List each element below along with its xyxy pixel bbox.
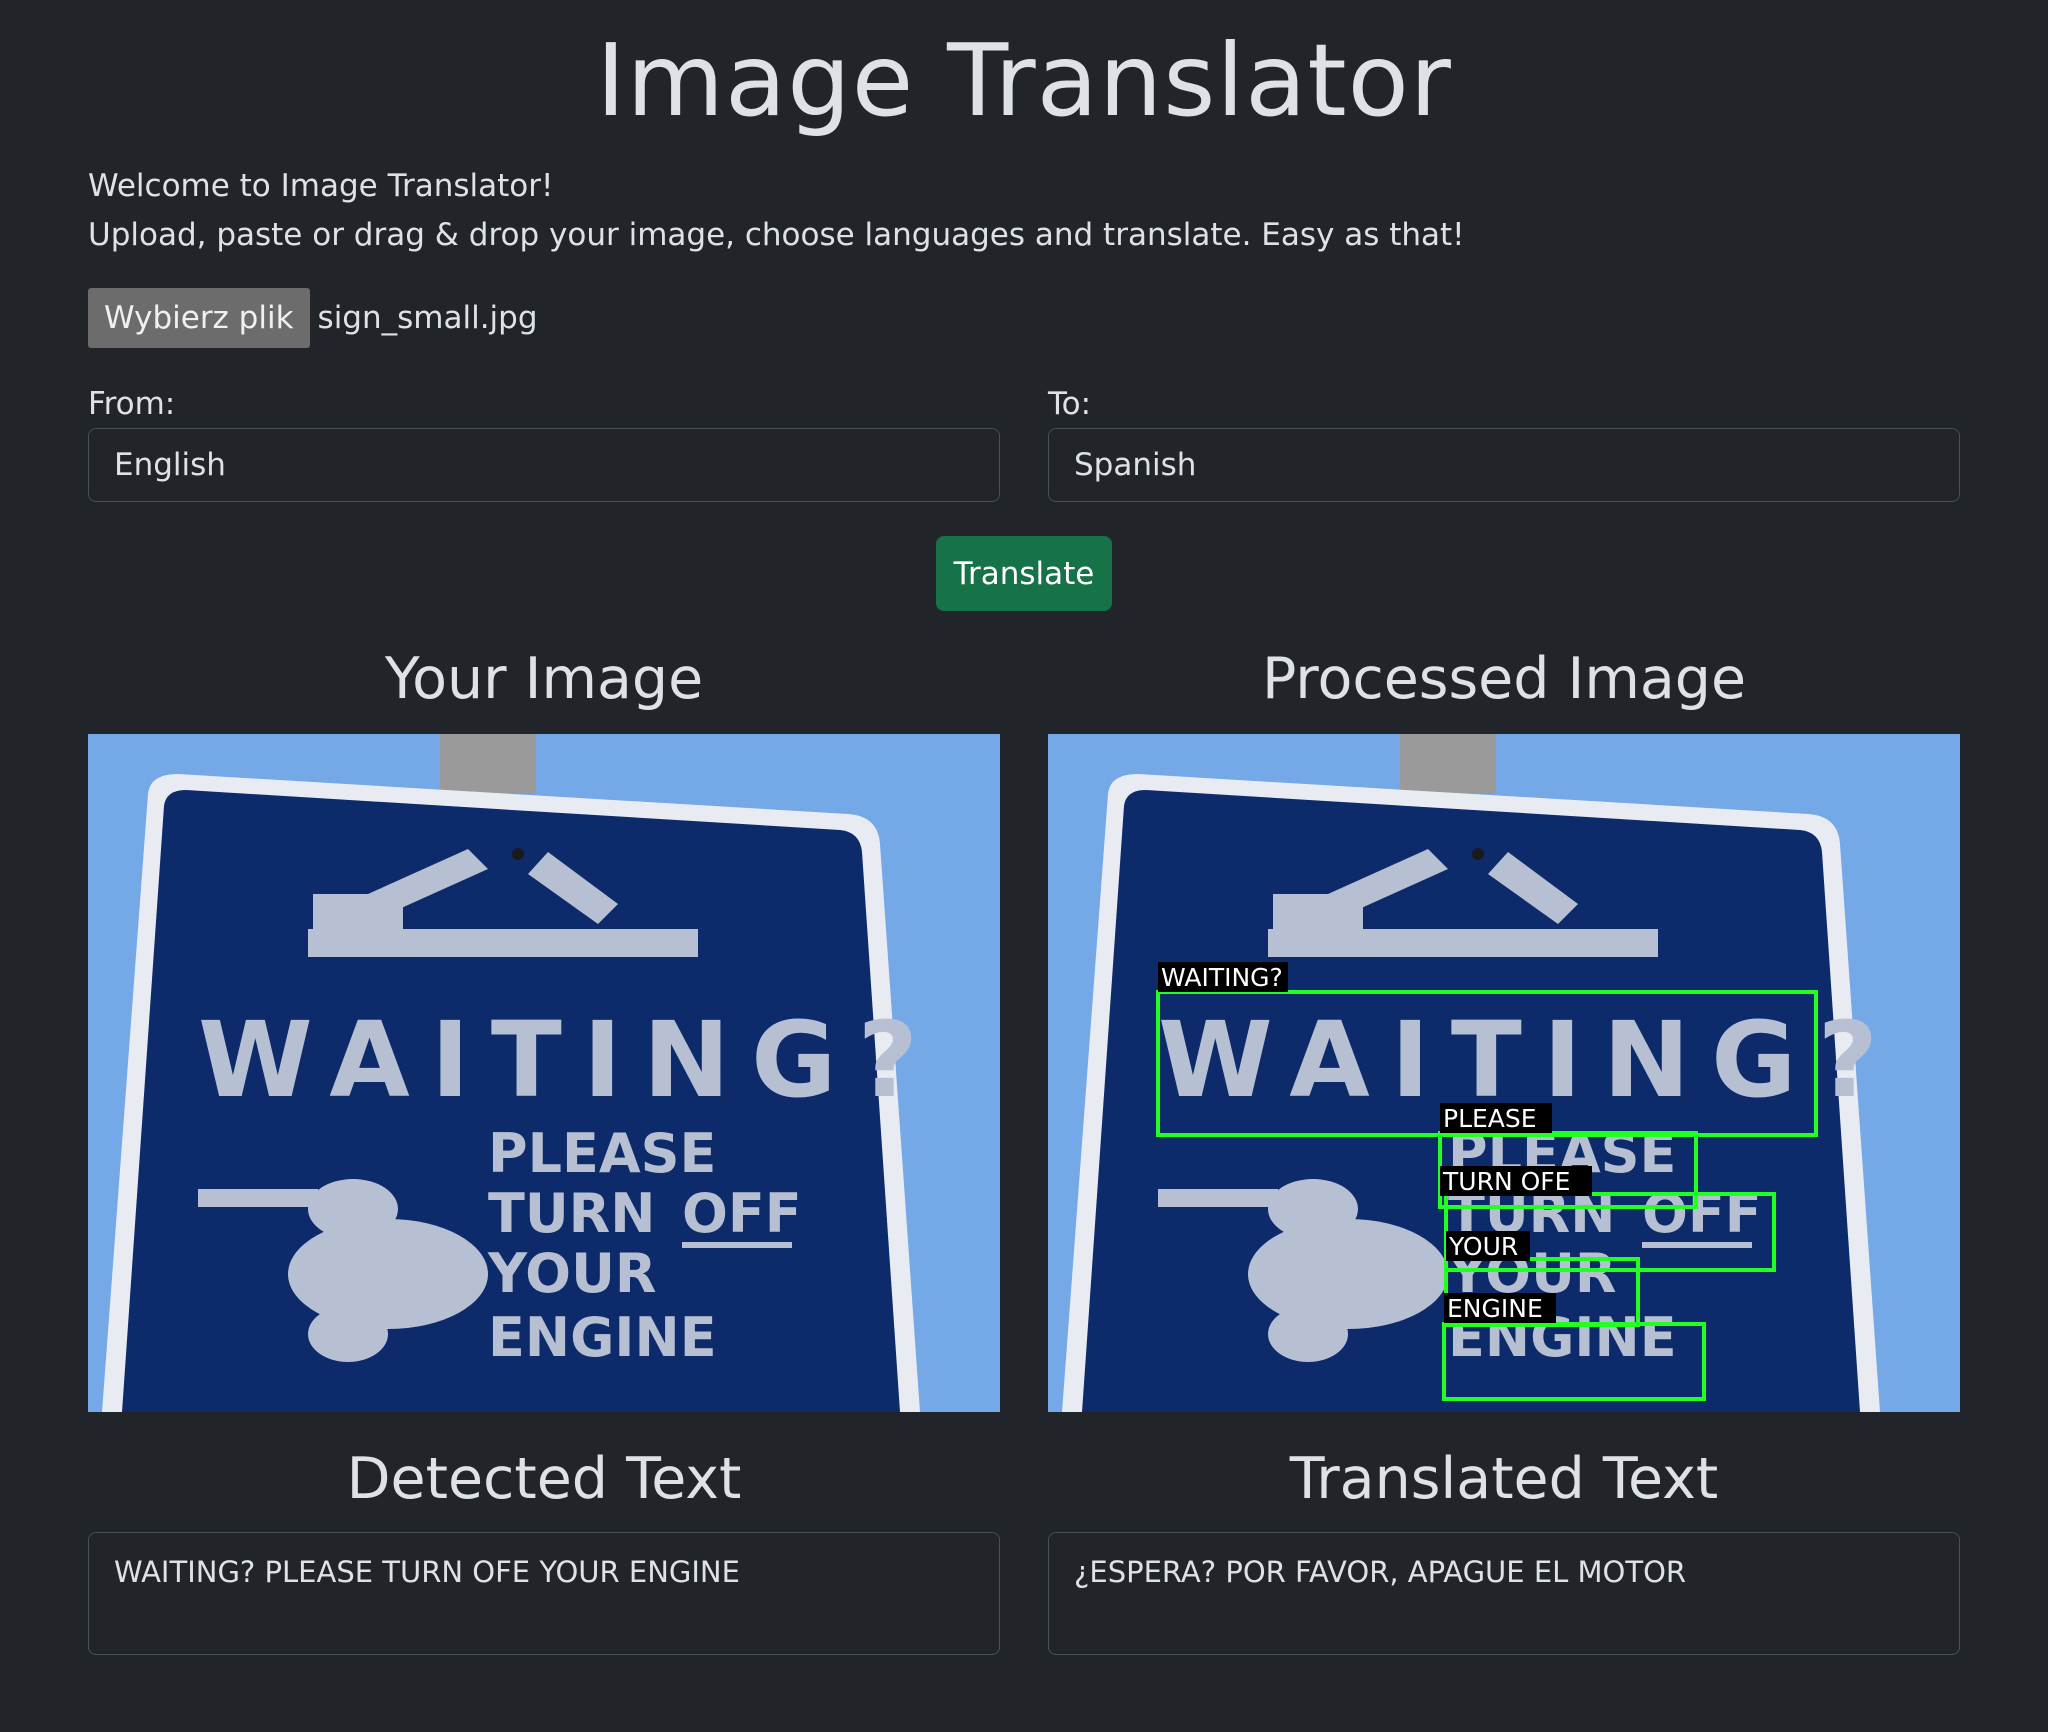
from-language-select[interactable]: English (88, 428, 1000, 502)
detection-label-waiting: WAITING? (1161, 963, 1283, 992)
sign-your: YOUR (487, 1242, 657, 1305)
selected-file-name: sign_small.jpg (317, 300, 538, 336)
welcome-line: Welcome to Image Translator! (88, 168, 554, 204)
translated-text-heading: Translated Text (1289, 1446, 1719, 1512)
translate-button[interactable]: Translate (936, 536, 1112, 611)
sign-waiting-processed: WAITING? (1158, 999, 1878, 1121)
sign-photo-original: WAITING? PLEASE TURN OFF YOUR ENGINE (88, 734, 1000, 1412)
detection-label-engine: ENGINE (1447, 1294, 1543, 1323)
detection-label-your: YOUR (1448, 1232, 1518, 1261)
sign-turn: TURN (488, 1182, 655, 1245)
to-label: To: (1048, 386, 1092, 422)
your-image-heading: Your Image (384, 646, 704, 712)
sign-engine: ENGINE (488, 1306, 717, 1369)
detected-text-heading: Detected Text (346, 1446, 742, 1512)
original-image: WAITING? PLEASE TURN OFF YOUR ENGINE (88, 734, 1000, 1412)
from-label: From: (88, 386, 176, 422)
translated-text-output[interactable]: ¿ESPERA? POR FAVOR, APAGUE EL MOTOR (1048, 1532, 1960, 1655)
processed-image-heading: Processed Image (1261, 646, 1747, 712)
intro-text: Welcome to Image Translator! Upload, pas… (88, 162, 1465, 260)
page-title: Image Translator (596, 22, 1452, 139)
to-language-value: Spanish (1074, 447, 1197, 483)
sign-off-processed: OFF (1642, 1182, 1762, 1245)
detected-text-output[interactable]: WAITING? PLEASE TURN OFE YOUR ENGINE (88, 1532, 1000, 1655)
sign-photo-processed: WAITING? PLEASE TURN OFF YOUR ENGINE WAI… (1048, 734, 1960, 1412)
sign-please: PLEASE (488, 1122, 716, 1185)
file-input: Wybierz plik sign_small.jpg (88, 288, 538, 348)
sign-waiting: WAITING? (198, 999, 918, 1121)
sign-off: OFF (682, 1182, 802, 1245)
choose-file-button[interactable]: Wybierz plik (88, 288, 310, 348)
app-page: Image Translator Welcome to Image Transl… (0, 0, 2048, 1732)
detection-label-please: PLEASE (1443, 1104, 1537, 1133)
from-language-value: English (114, 447, 226, 483)
processed-image: WAITING? PLEASE TURN OFF YOUR ENGINE WAI… (1048, 734, 1960, 1412)
to-language-select[interactable]: Spanish (1048, 428, 1960, 502)
instructions-line: Upload, paste or drag & drop your image,… (88, 217, 1465, 253)
detection-label-turn-ofe: TURN OFE (1442, 1167, 1570, 1196)
